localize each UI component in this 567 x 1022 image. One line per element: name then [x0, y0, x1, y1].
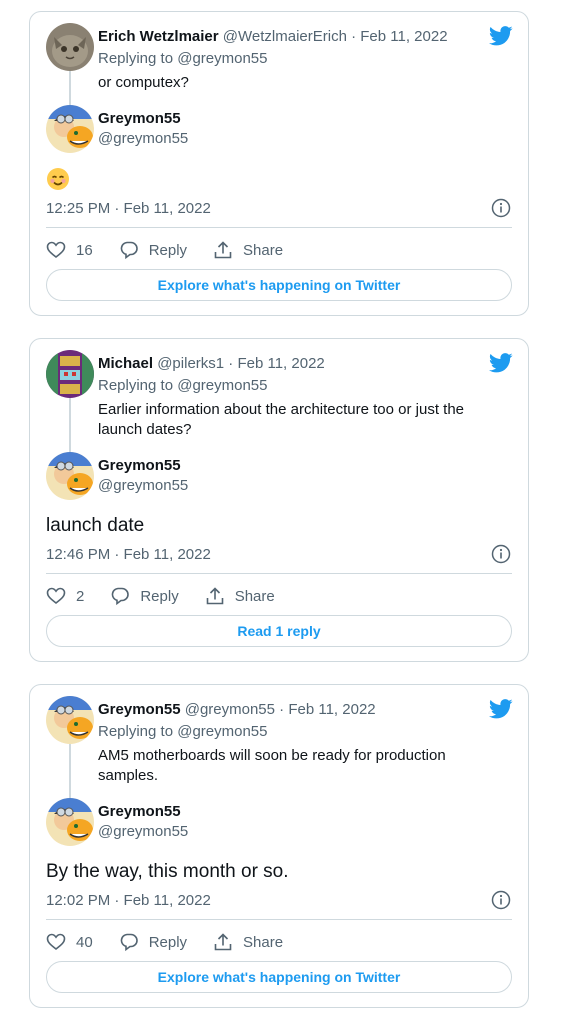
share-icon: [206, 587, 224, 605]
tweet-date[interactable]: · Feb 11, 2022: [351, 28, 447, 45]
info-icon[interactable]: [491, 890, 511, 910]
twitter-bird-icon[interactable]: [489, 26, 513, 46]
action-bar: 16 Reply Share: [46, 238, 512, 262]
share-label: Share: [234, 587, 275, 605]
share-button[interactable]: Share: [213, 932, 283, 952]
like-count: 2: [76, 587, 85, 605]
like-count: 16: [76, 241, 93, 259]
tweet-text: By the way, this month or so.: [46, 861, 289, 882]
author-name[interactable]: Greymon55: [98, 701, 181, 718]
parent-text: Earlier information about the architectu…: [98, 401, 465, 438]
share-label: Share: [243, 933, 284, 951]
share-button[interactable]: Share: [205, 586, 275, 606]
main-author: Greymon55 @greymon55: [98, 456, 188, 496]
share-label: Share: [243, 241, 284, 259]
author-name[interactable]: Greymon55: [98, 109, 188, 129]
heart-icon: [46, 241, 66, 259]
explore-twitter-button[interactable]: Explore what's happening on Twitter: [46, 961, 512, 993]
twitter-bird-icon[interactable]: [489, 699, 513, 719]
tweet-timestamp[interactable]: 12:46 PM · Feb 11, 2022: [46, 546, 211, 563]
main-author: Greymon55 @greymon55: [98, 802, 188, 842]
author-handle[interactable]: @greymon55: [185, 701, 275, 718]
share-icon: [214, 933, 232, 951]
tweet-card: Greymon55 @greymon55 · Feb 11, 2022 Repl…: [29, 684, 529, 1008]
author-name[interactable]: Greymon55: [98, 456, 188, 476]
smiling-face-emoji: [47, 168, 69, 190]
author-handle[interactable]: @greymon55: [98, 129, 188, 149]
author-name[interactable]: Michael: [98, 355, 153, 372]
thread-line: [69, 71, 71, 105]
reply-label: Reply: [140, 587, 179, 605]
replying-handle[interactable]: @greymon55: [177, 723, 267, 740]
like-button[interactable]: 2: [46, 586, 84, 606]
info-icon[interactable]: [491, 198, 511, 218]
like-count: 40: [76, 933, 93, 951]
parent-text: AM5 motherboards will soon be ready for …: [98, 747, 446, 784]
reply-label: Reply: [148, 933, 188, 951]
reply-bubble-icon: [112, 587, 130, 606]
parent-header: Erich Wetzlmaier @WetzlmaierErich · Feb …: [98, 28, 448, 45]
reply-button[interactable]: Reply: [110, 586, 179, 606]
explore-twitter-button[interactable]: Explore what's happening on Twitter: [46, 269, 512, 301]
tweet-card: Michael @pilerks1 · Feb 11, 2022 Replyin…: [29, 338, 529, 662]
tweet-text: launch date: [46, 515, 145, 536]
tweet-card: Erich Wetzlmaier @WetzlmaierErich · Feb …: [29, 11, 529, 316]
replying-handle[interactable]: @greymon55: [177, 377, 267, 394]
replying-to: Replying to @greymon55: [98, 723, 268, 740]
divider: [46, 919, 512, 920]
author-name[interactable]: Greymon55: [98, 802, 188, 822]
tweet-timestamp[interactable]: 12:02 PM · Feb 11, 2022: [46, 892, 211, 909]
avatar[interactable]: [46, 23, 94, 71]
reply-button[interactable]: Reply: [119, 932, 187, 952]
info-icon[interactable]: [491, 544, 511, 564]
read-replies-button[interactable]: Read 1 reply: [46, 615, 512, 647]
replying-label: Replying to: [98, 377, 174, 394]
share-button[interactable]: Share: [213, 240, 283, 260]
tweet-timestamp[interactable]: 12:25 PM · Feb 11, 2022: [46, 200, 211, 217]
parent-text: or computex?: [98, 74, 189, 91]
heart-icon: [46, 933, 66, 951]
thread-line: [69, 398, 71, 452]
tweet-date[interactable]: · Feb 11, 2022: [228, 355, 324, 372]
replying-label: Replying to: [98, 50, 174, 67]
thread-line: [69, 744, 71, 798]
avatar[interactable]: [46, 105, 94, 153]
action-bar: 40 Reply Share: [46, 930, 512, 954]
divider: [46, 573, 512, 574]
share-icon: [214, 241, 232, 259]
replying-to: Replying to @greymon55: [98, 50, 268, 67]
replying-handle[interactable]: @greymon55: [177, 50, 267, 67]
tweet-date[interactable]: · Feb 11, 2022: [279, 701, 375, 718]
like-button[interactable]: 40: [46, 932, 93, 952]
reply-label: Reply: [148, 241, 188, 259]
author-handle[interactable]: @greymon55: [98, 822, 188, 842]
parent-header: Greymon55 @greymon55 · Feb 11, 2022: [98, 701, 376, 718]
reply-bubble-icon: [120, 241, 138, 260]
avatar[interactable]: [46, 798, 94, 846]
action-bar: 2 Reply Share: [46, 584, 512, 608]
author-handle[interactable]: @greymon55: [98, 476, 188, 496]
divider: [46, 227, 512, 228]
heart-icon: [46, 587, 66, 605]
like-button[interactable]: 16: [46, 240, 93, 260]
author-handle[interactable]: @pilerks1: [157, 355, 224, 372]
twitter-bird-icon[interactable]: [489, 353, 513, 373]
author-handle[interactable]: @WetzlmaierErich: [223, 28, 347, 45]
main-author: Greymon55 @greymon55: [98, 109, 188, 149]
reply-bubble-icon: [120, 933, 138, 952]
avatar[interactable]: [46, 452, 94, 500]
author-name[interactable]: Erich Wetzlmaier: [98, 28, 219, 45]
replying-label: Replying to: [98, 723, 174, 740]
avatar[interactable]: [46, 696, 94, 744]
parent-header: Michael @pilerks1 · Feb 11, 2022: [98, 355, 325, 372]
replying-to: Replying to @greymon55: [98, 377, 268, 394]
avatar[interactable]: [46, 350, 94, 398]
reply-button[interactable]: Reply: [119, 240, 187, 260]
